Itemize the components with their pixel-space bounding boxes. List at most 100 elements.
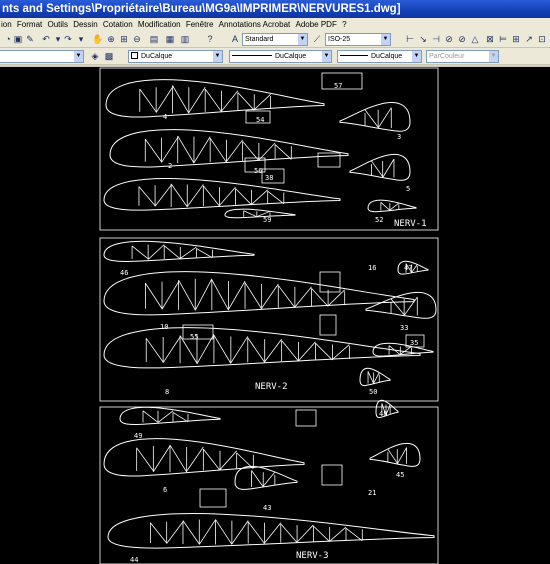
rib-number-38: 38 <box>265 174 273 182</box>
rib-sheet1-c-diag <box>186 184 204 207</box>
rib-sheet2-g-diag <box>367 371 375 384</box>
window-title-bar: nts and Settings\Propriétaire\Bureau\MG9… <box>0 0 550 18</box>
make-object-layer-current-icon[interactable]: ◈ <box>89 50 101 62</box>
dim-style-value: ISO-25 <box>328 36 351 43</box>
chevron-down-icon: ▼ <box>412 51 421 62</box>
rib-sheet2-d <box>365 291 437 319</box>
ordinate-dim-icon[interactable]: ⊣ <box>430 33 442 45</box>
rib-sheet2-b-diag <box>194 278 213 311</box>
rib-sheet2-c-diag <box>315 342 333 361</box>
menu-item-format[interactable]: Format <box>16 18 44 31</box>
tolerance-icon[interactable]: ⊡ <box>536 33 548 45</box>
menu-item-adobe-pdf[interactable]: Adobe PDF <box>294 18 338 31</box>
layer-previous-icon[interactable]: ▩ <box>103 50 115 62</box>
rib-number-45: 45 <box>396 471 404 479</box>
rib-sheet2-c-diag <box>264 338 282 363</box>
zoom-realtime-icon[interactable]: ⊕ <box>105 33 117 45</box>
angular-dim-icon[interactable]: △ <box>469 33 481 45</box>
rib-sheet3-a-diag <box>172 412 189 423</box>
rib-sheet2-g <box>359 367 391 387</box>
rib-sheet1-g-diag <box>380 201 391 211</box>
rib-sheet2-b-diag <box>178 280 196 311</box>
rib-sheet3-c-diag <box>296 524 314 543</box>
lineweight-select[interactable]: DuCalque ▼ <box>337 50 422 63</box>
rib-sheet3-d-diag <box>387 448 398 464</box>
menu-item-outils[interactable]: Outils <box>47 18 70 31</box>
rib-sheet1-b-diag <box>177 135 195 164</box>
rib-number-46: 46 <box>120 269 128 277</box>
color-select[interactable]: DuCalque ▼ <box>128 50 223 63</box>
rib-sheet2-b-diag <box>145 282 163 309</box>
drawing-svg[interactable]: 574 54356382559 52 NERV-14616 47105533358 50N… <box>0 67 550 564</box>
leader-icon[interactable]: ↗ <box>523 33 535 45</box>
rib-sheet3-b-diag <box>186 446 204 472</box>
rib-sheet1-b-diag <box>193 136 211 164</box>
quick-dim-icon[interactable]: ⊠ <box>484 33 496 45</box>
plot-icon[interactable]: ▣ <box>12 33 24 45</box>
aligned-dim-icon[interactable]: ↘ <box>417 33 429 45</box>
rib-sheet1-b-diag <box>226 139 243 162</box>
menu-item-cotation[interactable]: Cotation <box>102 18 135 31</box>
redo-dropdown-icon[interactable]: ▾ <box>75 33 87 45</box>
lineweight-value: DuCalque <box>371 53 403 60</box>
radius-dim-icon[interactable]: ⊘ <box>443 33 455 45</box>
design-center-icon[interactable]: ▦ <box>164 33 176 45</box>
part-box-2 <box>319 271 341 293</box>
pencil-icon[interactable]: ✎ <box>24 33 36 45</box>
rib-number-57: 57 <box>334 82 342 90</box>
tool-palettes-icon[interactable]: ▥ <box>179 33 191 45</box>
sheet-label-nerv-1: NERV-1 <box>394 219 427 229</box>
rib-sheet1-d <box>339 102 411 132</box>
dim-style-select[interactable]: ISO-25 ▼ <box>325 33 391 46</box>
properties-toolbar: ▼ ◈ ▩ DuCalque ▼ DuCalque ▼ DuCalque ▼ P… <box>0 48 550 65</box>
rib-number-44: 44 <box>130 556 138 564</box>
dim-style-icon: ⟋ <box>313 34 321 44</box>
redo-icon[interactable]: ↷ <box>62 33 74 45</box>
rib-sheet1-e-diag <box>382 158 395 178</box>
rib-sheet1-f-diag <box>243 210 258 218</box>
text-style-select[interactable]: Standard ▼ <box>242 33 308 46</box>
rib-sheet2-g-diag <box>373 372 380 384</box>
menu-item-insertion[interactable]: ion <box>0 18 14 31</box>
linear-dim-icon[interactable]: ⊢ <box>404 33 416 45</box>
menu-item-help[interactable]: ? <box>341 18 348 31</box>
rib-sheet1-c-diag <box>219 186 236 206</box>
plot-style-select: ParCouleur ▼ <box>426 50 499 63</box>
rib-sheet3-b <box>103 438 305 477</box>
help-icon[interactable]: ? <box>204 33 216 45</box>
zoom-window-icon[interactable]: ⊞ <box>118 33 130 45</box>
undo-icon[interactable]: ↶ <box>40 33 52 45</box>
menu-item-annotations-acrobat[interactable]: Annotations Acrobat <box>218 18 293 31</box>
rib-sheet2-d-diag <box>390 298 405 315</box>
rib-sheet3-b-diag <box>203 448 221 471</box>
rib-number-8: 8 <box>165 388 169 396</box>
rib-sheet3-c-diag <box>329 526 347 542</box>
rib-sheet1-g-diag <box>389 202 400 211</box>
part-box-6 <box>199 488 227 508</box>
zoom-previous-icon[interactable]: ⊖ <box>131 33 143 45</box>
layer-select[interactable]: ▼ <box>0 50 84 63</box>
menu-item-dessin[interactable]: Dessin <box>72 18 99 31</box>
diameter-dim-icon[interactable]: ⊘ <box>456 33 468 45</box>
rib-sheet3-e <box>234 465 298 490</box>
rib-sheet1-a-diag <box>139 88 157 113</box>
sheet-frame-2 <box>99 237 439 402</box>
linetype-select[interactable]: DuCalque ▼ <box>229 50 332 63</box>
properties-icon[interactable]: ▤ <box>148 33 160 45</box>
chevron-down-icon: ▼ <box>322 51 331 62</box>
drawing-canvas[interactable]: 57 4 54 3 56 38 2 5 59 52 NERV-1 46 16 47 10 55 33 35 8 50 N… <box>0 67 550 564</box>
rib-sheet3-c-diag <box>345 527 363 542</box>
rib-sheet1-b-diag <box>209 137 227 163</box>
pan-icon[interactable]: ✋ <box>92 33 104 45</box>
rib-sheet2-f-diag <box>400 346 412 355</box>
menu-item-modification[interactable]: Modification <box>137 18 183 31</box>
rib-sheet3-c-diag <box>313 525 330 542</box>
rib-sheet1-a-diag <box>237 92 255 111</box>
rib-number-4: 4 <box>163 113 167 121</box>
menu-item-fenetre[interactable]: Fenêtre <box>185 18 216 31</box>
rib-sheet1-a <box>105 79 325 118</box>
rib-sheet1-a-diag <box>172 85 190 114</box>
rib-sheet2-b-diag <box>161 281 179 310</box>
baseline-dim-icon[interactable]: ⊨ <box>497 33 509 45</box>
continue-dim-icon[interactable]: ⊞ <box>510 33 522 45</box>
